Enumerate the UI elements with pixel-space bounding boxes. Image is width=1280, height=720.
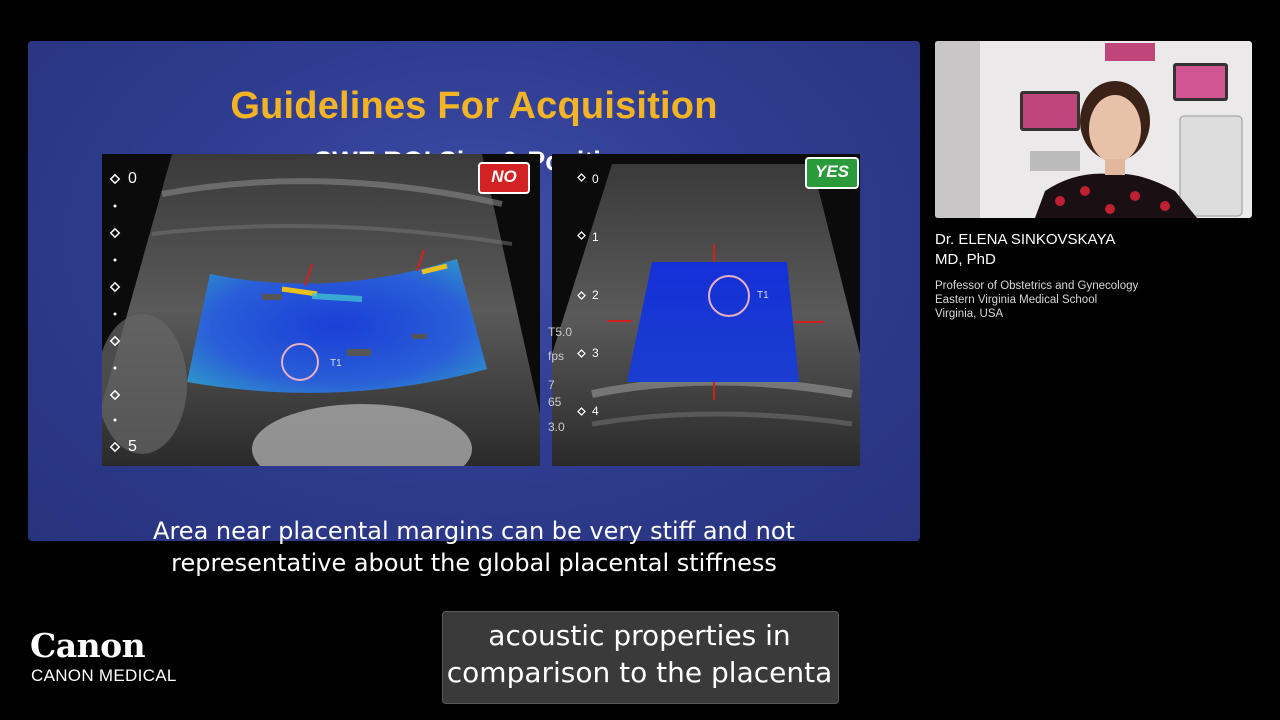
no-badge: NO bbox=[478, 162, 530, 194]
speaker-title: Professor of Obstetrics and Gynecology bbox=[935, 280, 1139, 292]
readout-1: T5.0 bbox=[548, 325, 573, 339]
roi-label: T1 bbox=[757, 290, 769, 301]
canon-logo: Canon bbox=[30, 626, 146, 665]
depth-mark-4: 4 bbox=[592, 404, 599, 418]
depth-label-bottom: 5 bbox=[128, 438, 137, 455]
subtitle-line2: comparison to the placenta bbox=[446, 656, 833, 689]
yes-badge: YES bbox=[805, 157, 859, 189]
ultrasound-image-correct: 0 1 2 3 4 T1 bbox=[552, 154, 860, 466]
speaker-degree: MD, PhD bbox=[935, 251, 996, 268]
readout-5: 3.0 bbox=[548, 420, 565, 434]
slide-caption-line2: representative about the global placenta… bbox=[171, 549, 777, 577]
slide-caption-line1: Area near placental margins can be very … bbox=[153, 517, 795, 545]
speaker-location: Virginia, USA bbox=[935, 308, 1004, 320]
depth-mark-0: 0 bbox=[592, 172, 599, 186]
subtitle-line1: acoustic properties in bbox=[488, 619, 791, 652]
depth-mark-3: 3 bbox=[592, 346, 599, 360]
depth-mark-1: 1 bbox=[592, 230, 599, 244]
canon-medical-label: CANON MEDICAL bbox=[31, 666, 177, 685]
roi-label: T1 bbox=[330, 358, 342, 369]
slide-title: Guidelines For Acquisition bbox=[230, 85, 718, 127]
ultrasound-image-incorrect: 0 5 T1 bbox=[102, 154, 540, 466]
depth-mark-2: 2 bbox=[592, 288, 599, 302]
speaker-name: Dr. ELENA SINKOVSKAYA bbox=[935, 231, 1116, 248]
speaker-image bbox=[935, 41, 1243, 218]
depth-label-top: 0 bbox=[128, 170, 137, 187]
readout-3: 7 bbox=[548, 378, 555, 392]
speaker-video bbox=[935, 41, 1252, 218]
speaker-institution: Eastern Virginia Medical School bbox=[935, 294, 1098, 306]
readout-2: fps bbox=[548, 349, 565, 363]
readout-4: 65 bbox=[548, 395, 562, 409]
